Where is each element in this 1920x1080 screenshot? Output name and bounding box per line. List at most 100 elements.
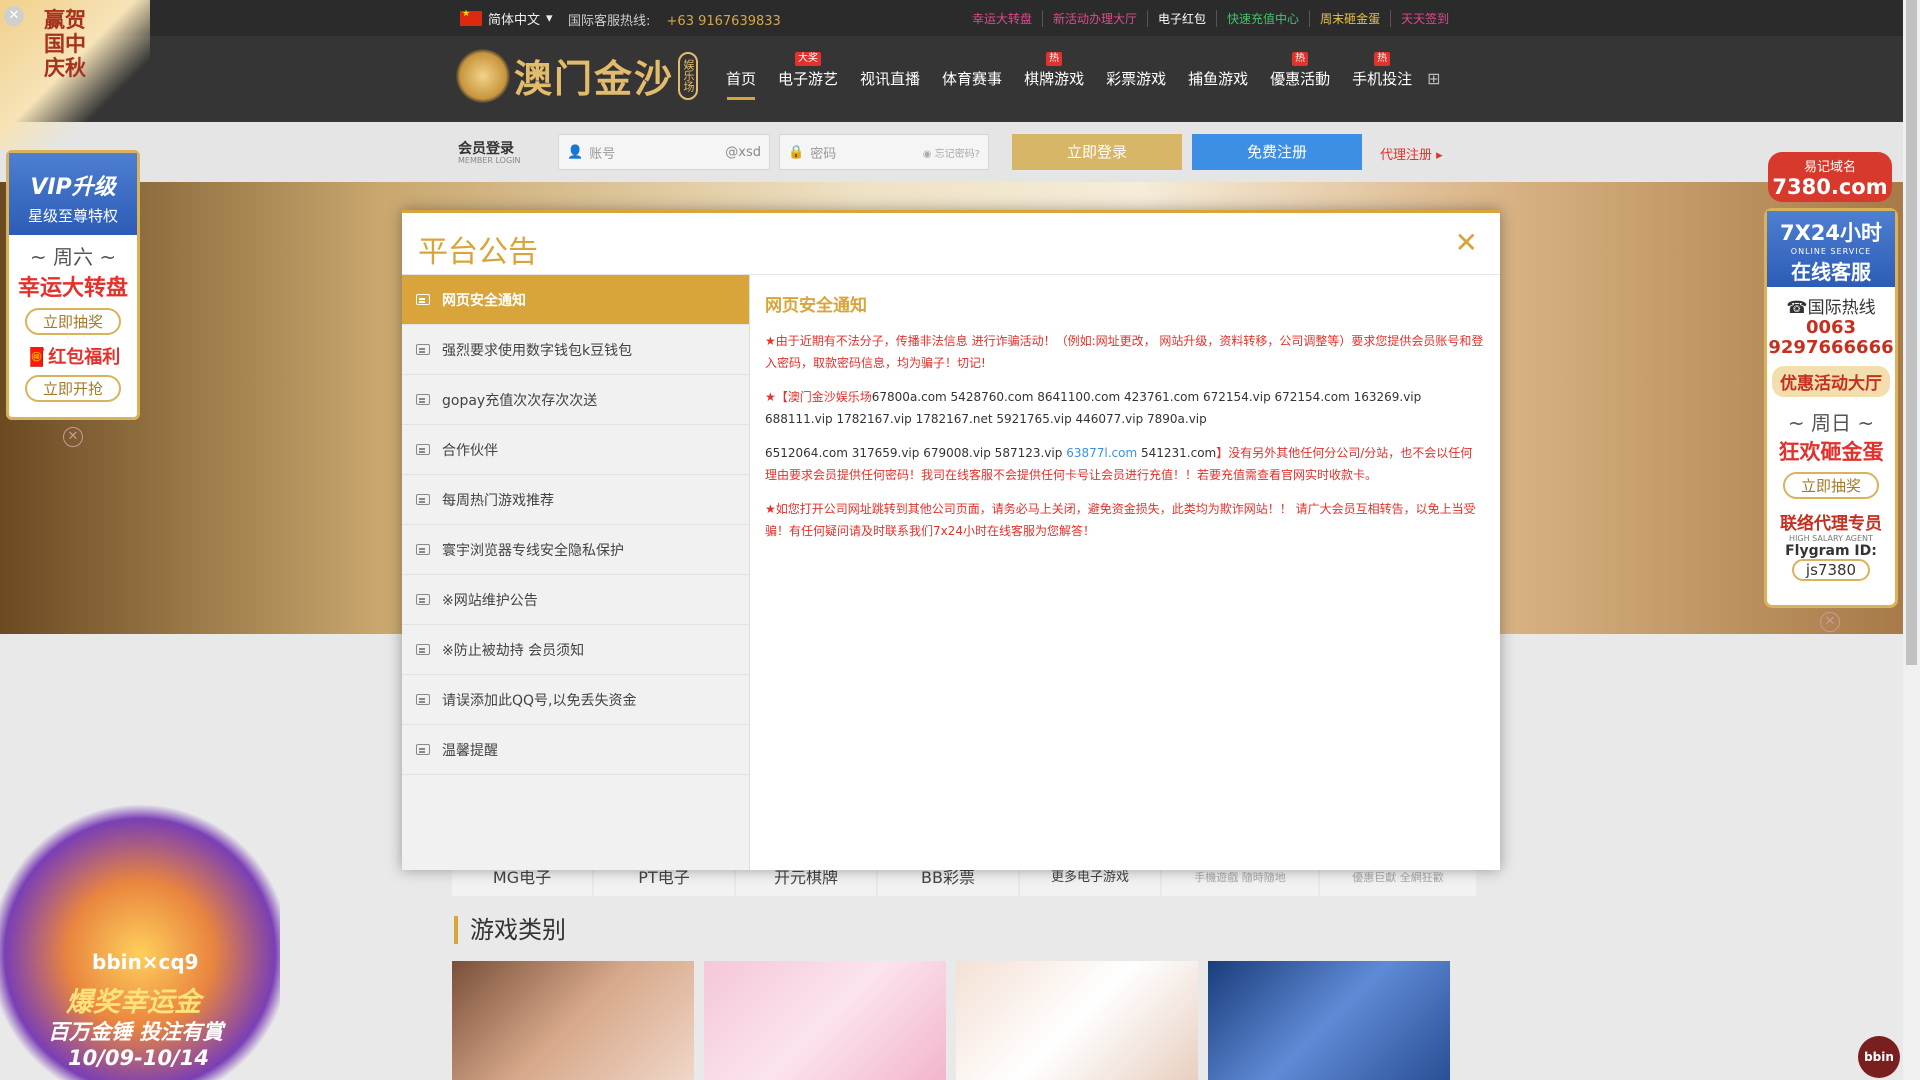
right-day-label: ~ 周日 ~ <box>1787 411 1875 435</box>
draw-now-button[interactable]: 立即抽奖 <box>24 308 121 335</box>
nav-promotions[interactable]: 热優惠活動 <box>1259 36 1341 122</box>
nav-label: 棋牌游戏 <box>1024 70 1085 88</box>
announcement-item[interactable]: ※防止被劫持 会员须知 <box>402 625 749 675</box>
game-card[interactable] <box>1208 961 1450 1080</box>
page-scrollbar[interactable] <box>1903 0 1920 1080</box>
announcement-item-label: ※网站维护公告 <box>442 592 538 609</box>
nav-chess-cards[interactable]: 热棋牌游戏 <box>1013 36 1095 122</box>
message-icon <box>416 544 430 555</box>
chevron-right-icon: ▸ <box>1436 148 1443 163</box>
game-card[interactable] <box>704 961 946 1080</box>
scrollbar-thumb[interactable] <box>1906 0 1917 665</box>
online-service-banner[interactable]: 7X24小时 ONLINE SERVICE 在线客服 <box>1767 211 1895 287</box>
intl-hotline-2: 9297666666 <box>1768 337 1894 358</box>
announcement-item-label: 每周热门游戏推荐 <box>442 492 554 509</box>
announcement-item[interactable]: 请误添加此QQ号,以免丢失资金 <box>402 675 749 725</box>
top-link-new-activity-hall[interactable]: 新活动办理大厅 <box>1043 10 1149 27</box>
promo-subtitle: 百万金锤 投注有賞 <box>48 1020 224 1044</box>
forgot-password-link[interactable]: ◉ 忘记密码? <box>923 145 980 160</box>
logo[interactable]: 澳门金沙 娱乐场 <box>456 48 699 103</box>
announcement-item[interactable]: 每周热门游戏推荐 <box>402 475 749 525</box>
vip-banner[interactable]: VIP升级 星级至尊特权 <box>9 153 137 235</box>
nav-live-video[interactable]: 视讯直播 <box>849 36 931 122</box>
flygram-id[interactable]: js7380 <box>1791 559 1871 581</box>
game-cards <box>452 961 1450 1080</box>
svc-title: 在线客服 <box>1791 260 1871 284</box>
account-input[interactable]: 👤 账号 @xsd <box>558 134 770 170</box>
bbin-promo-ad[interactable]: bbin×cq9 爆奖幸运金 百万金锤 投注有賞 10/09-10/14 <box>0 800 280 1080</box>
right-float-close-icon[interactable]: ✕ <box>1820 612 1840 632</box>
china-flag-icon <box>460 9 482 26</box>
domain-label: 易记域名 <box>1803 160 1856 175</box>
top-link-fast-recharge[interactable]: 快速充值中心 <box>1217 10 1311 27</box>
nav-fishing[interactable]: 捕鱼游戏 <box>1177 36 1259 122</box>
top-link-weekend-egg[interactable]: 周末砸金蛋 <box>1310 10 1392 27</box>
account-suffix: @xsd <box>725 144 761 160</box>
language-selector[interactable]: 简体中文 ▾ <box>460 8 553 28</box>
close-icon[interactable]: ✕ <box>4 6 24 26</box>
language-label: 简体中文 <box>488 12 541 28</box>
close-icon[interactable]: ✕ <box>1455 229 1478 257</box>
nav-mobile-betting[interactable]: 热手机投注 <box>1341 36 1423 122</box>
announcement-paragraph-1: ★由于近期有不法分子，传播非法信息 进行诈骗活动！（例如:网址更改， 网站升级，… <box>765 334 1484 370</box>
password-input[interactable]: 🔒 密码 ◉ 忘记密码? <box>779 134 989 170</box>
agent-contact-title: 联络代理专员 <box>1780 514 1882 534</box>
message-icon <box>416 744 430 755</box>
announcement-item[interactable]: ※网站维护公告 <box>402 575 749 625</box>
agent-register-link[interactable]: 代理注册 ▸ <box>1380 144 1443 163</box>
login-button[interactable]: 立即登录 <box>1012 134 1182 170</box>
login-title: 会员登录 <box>458 141 514 157</box>
agent-register-label: 代理注册 <box>1380 148 1433 163</box>
register-button[interactable]: 免费注册 <box>1192 134 1362 170</box>
announcement-item-label: 寰宇浏览器专线安全隐私保护 <box>442 542 624 559</box>
right-draw-button[interactable]: 立即抽奖 <box>1782 472 1879 499</box>
password-placeholder: 密码 <box>810 146 837 162</box>
announcement-item-label: ※防止被劫持 会员须知 <box>442 642 585 659</box>
vip-title: VIP升级 <box>30 175 116 200</box>
announcement-item[interactable]: 寰宇浏览器专线安全隐私保护 <box>402 525 749 575</box>
nav-electronic-games[interactable]: 大奖 电子游艺 <box>767 36 849 122</box>
announcement-item[interactable]: 合作伙伴 <box>402 425 749 475</box>
announcement-item-label: gopay充值次次存次次送 <box>442 392 598 409</box>
promo-hall-button[interactable]: 优惠活动大厅 <box>1772 366 1890 397</box>
top-link-daily-checkin[interactable]: 天天签到 <box>1391 10 1459 27</box>
announcement-item[interactable]: 强烈要求使用数字钱包k豆钱包 <box>402 325 749 375</box>
announcement-paragraph-4: ★如您打开公司网址跳转到其他公司页面，请务必马上关闭，避免资金损失，此类均为欺诈… <box>765 502 1476 538</box>
hotline: 国际客服热线: +63 9167639833 <box>568 10 781 29</box>
bbin-badge[interactable]: bbin <box>1858 1036 1900 1078</box>
nav-label: 優惠活動 <box>1270 70 1331 88</box>
left-day-label: ~ 周六 ~ <box>29 245 117 269</box>
nav-home[interactable]: 首页 <box>715 36 767 122</box>
p3-link[interactable]: 63877l.com <box>1066 446 1137 460</box>
announcement-item[interactable]: 网页安全通知 <box>402 275 749 325</box>
top-link-lucky-wheel[interactable]: 幸运大转盘 <box>962 10 1044 27</box>
eye-off-icon: ◉ <box>922 148 932 160</box>
nav-label: 电子游艺 <box>778 70 839 88</box>
nav-sports[interactable]: 体育赛事 <box>931 36 1013 122</box>
grab-now-button[interactable]: 立即开抢 <box>24 375 121 402</box>
red-envelope-text: 红包福利 <box>48 347 121 368</box>
message-icon <box>416 344 430 355</box>
p3-more-domain: 541231.com <box>1140 446 1217 460</box>
plus-icon[interactable]: ⊞ <box>1423 36 1440 122</box>
logo-badge: 娱乐场 <box>678 51 699 100</box>
nav-label: 首页 <box>726 70 757 88</box>
announcement-item[interactable]: 温馨提醒 <box>402 725 749 775</box>
game-card[interactable] <box>452 961 694 1080</box>
corner-festival-banner[interactable]: ✕ 赢贺国中庆秋 <box>0 0 150 150</box>
nav-tag: 热 <box>1292 52 1309 66</box>
game-card[interactable] <box>956 961 1198 1080</box>
domain-tag[interactable]: 易记域名 7380.com <box>1768 152 1892 202</box>
nav-label: 彩票游戏 <box>1106 70 1167 88</box>
login-bar: 会员登录 MEMBER LOGIN 👤 账号 @xsd 🔒 密码 ◉ 忘记密码?… <box>0 122 1903 182</box>
announcement-item[interactable]: gopay充值次次存次次送 <box>402 375 749 425</box>
header: 澳门金沙 娱乐场 首页 大奖 电子游艺 视讯直播 体育赛事 热棋牌游戏 彩票游戏 … <box>0 36 1903 122</box>
intl-hotline-text: 国际热线 <box>1807 298 1876 318</box>
nav-lottery[interactable]: 彩票游戏 <box>1095 36 1177 122</box>
top-link-red-envelope[interactable]: 电子红包 <box>1148 10 1218 27</box>
left-float-close-icon[interactable]: ✕ <box>63 427 83 447</box>
section-title: 游戏类别 <box>454 916 566 944</box>
corner-banner-text: 赢贺国中庆秋 <box>44 7 86 80</box>
modal-title: 平台公告 <box>418 235 538 270</box>
forgot-password-label: 忘记密码? <box>934 148 980 160</box>
